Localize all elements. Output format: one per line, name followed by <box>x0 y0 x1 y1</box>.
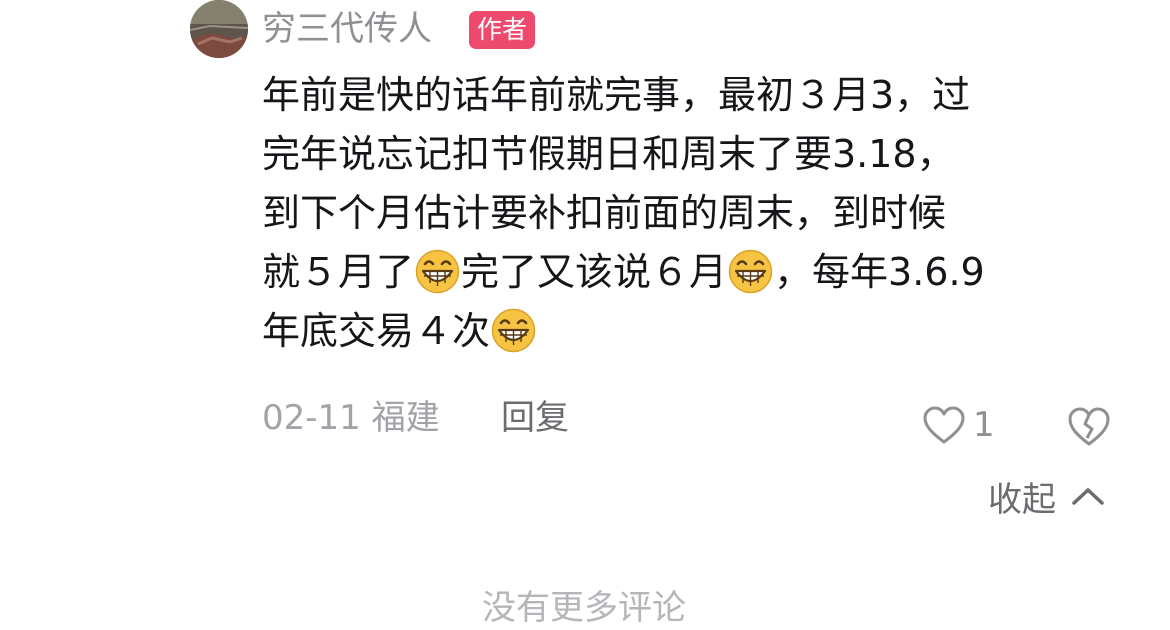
collapse-button[interactable]: 收起 <box>988 478 1105 522</box>
like-count: 1 <box>973 405 995 445</box>
collapse-label: 收起 <box>988 480 1056 520</box>
author-badge: 作者 <box>469 11 536 49</box>
comment-text-segment: 完年说忘记扣节假期日和周末了要3.18， <box>262 132 955 176</box>
grinning-face-icon <box>415 249 460 294</box>
comment-text-segment: 到下个月估计要补扣前面的周末，到时候 <box>262 191 947 235</box>
avatar[interactable] <box>190 0 248 58</box>
comment-text-segment: 完了又该说６月 <box>461 250 728 294</box>
like-button[interactable]: 1 <box>922 403 1002 447</box>
grinning-face-icon <box>728 249 773 294</box>
author-name[interactable]: 穷三代传人 <box>262 8 432 50</box>
comment-line: 年前是快的话年前就完事，最初３月3，过 <box>262 66 1112 125</box>
comment-line: 完年说忘记扣节假期日和周末了要3.18， <box>262 125 1112 184</box>
heart-outline-icon <box>923 406 965 444</box>
dislike-button[interactable] <box>1066 405 1112 447</box>
avatar-photo-icon <box>190 0 248 58</box>
chevron-up-icon <box>1072 488 1104 505</box>
reply-button[interactable]: 回复 <box>501 396 569 440</box>
comment-text: 年前是快的话年前就完事，最初３月3，过 完年说忘记扣节假期日和周末了要3.18， 到… <box>262 66 1112 361</box>
comment-line: 就５月了 完了又该说６月 ，每年3.6.9 <box>262 243 1112 302</box>
comment-text-segment: 年前是快的话年前就完事，最初３月3，过 <box>262 73 971 117</box>
comment-text-segment: 年底交易４次 <box>262 309 491 353</box>
comment-text-segment: 就５月了 <box>262 250 415 294</box>
comment-line: 到下个月估计要补扣前面的周末，到时候 <box>262 184 1112 243</box>
comment-line: 年底交易４次 <box>262 302 1112 361</box>
grinning-face-icon <box>491 308 536 353</box>
comment-text-segment: ，每年3.6.9 <box>774 250 985 294</box>
no-more-comments: 没有更多评论 <box>482 588 686 628</box>
comment-date-location: 02-11 福建 <box>262 398 440 438</box>
broken-heart-icon <box>1068 407 1110 446</box>
comment-thread: 穷三代传人 作者 年前是快的话年前就完事，最初３月3，过 完年说忘记扣节假期日和周… <box>0 0 1170 630</box>
